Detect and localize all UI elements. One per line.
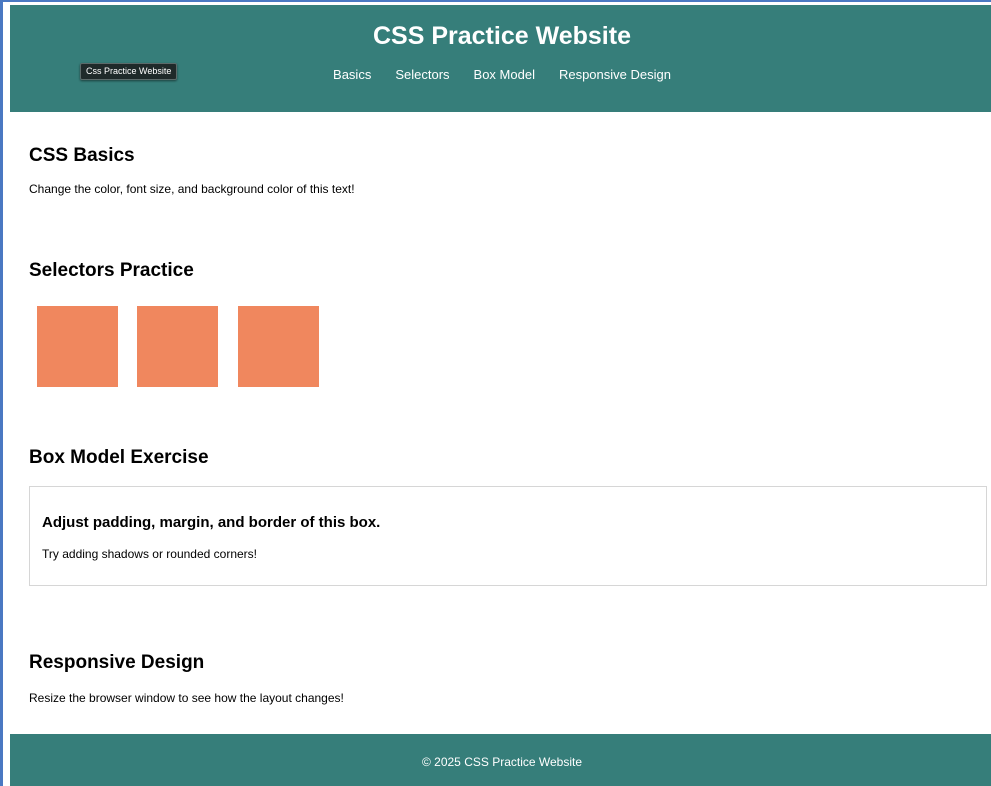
nav-link-basics[interactable]: Basics (333, 67, 371, 83)
site-title: CSS Practice Website (373, 22, 631, 50)
nav-link-selectors[interactable]: Selectors (395, 67, 449, 83)
site-header: CSS Practice Website Css Practice Websit… (10, 5, 991, 112)
box-heading: Adjust padding, margin, and border of th… (42, 514, 381, 531)
section-selectors-practice: Selectors Practice (29, 260, 319, 387)
section-heading: Responsive Design (29, 652, 205, 673)
nav-link-box-model[interactable]: Box Model (474, 67, 535, 83)
section-heading: CSS Basics (29, 145, 135, 166)
section-heading: Box Model Exercise (29, 447, 209, 468)
footer-text: © 2025 CSS Practice Website (421, 755, 583, 769)
browser-viewport: CSS Practice Website Css Practice Websit… (0, 0, 991, 786)
practice-square-1 (37, 306, 118, 387)
section-css-basics: CSS Basics Change the color, font size, … (29, 145, 355, 197)
box-text: Try adding shadows or rounded corners! (42, 547, 258, 561)
square-group (29, 306, 319, 387)
main-nav: Basics Selectors Box Model Responsive De… (10, 67, 991, 83)
section-text: Change the color, font size, and backgro… (29, 182, 355, 196)
section-heading: Selectors Practice (29, 260, 194, 281)
section-box-model-exercise: Box Model Exercise Adjust padding, margi… (29, 447, 987, 586)
practice-square-2 (137, 306, 218, 387)
section-responsive-design: Responsive Design Resize the browser win… (29, 652, 344, 706)
site-footer: © 2025 CSS Practice Website (10, 734, 991, 786)
nav-link-responsive-design[interactable]: Responsive Design (559, 67, 671, 83)
practice-square-3 (238, 306, 319, 387)
box-model-box: Adjust padding, margin, and border of th… (29, 486, 987, 586)
section-text: Resize the browser window to see how the… (29, 691, 344, 705)
